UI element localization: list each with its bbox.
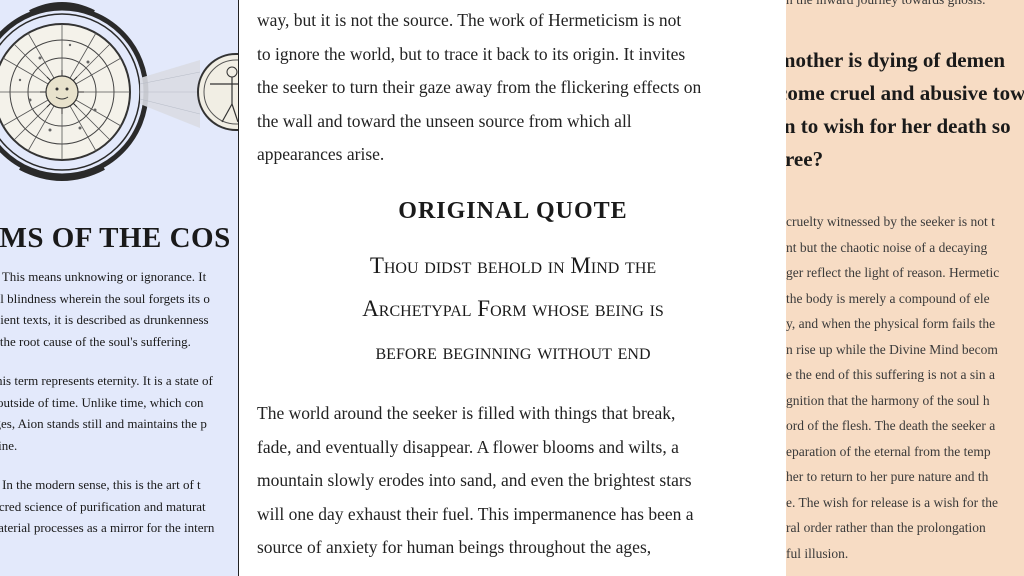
- quote-line: Thou didst behold in Mind the: [369, 253, 657, 278]
- term-text-line: ivine.: [0, 437, 18, 453]
- answer-line: gnition that the harmony of the soul h: [786, 392, 990, 408]
- question-line: in to wish for her death so: [786, 114, 1011, 138]
- question-line: mother is dying of demen: [786, 48, 1006, 72]
- term-text-line: ual blindness wherein the soul forgets i…: [0, 290, 210, 306]
- answer-line: n rise up while the Divine Mind becom: [786, 341, 998, 357]
- zodiac-wheel-illustration: [0, 2, 238, 181]
- body-line: mountain slowly erodes into sand, and ev…: [257, 470, 692, 490]
- term-text-line: In the modern sense, this is the art of …: [2, 477, 201, 492]
- term-text-line: material processes as a mirror for the i…: [0, 520, 215, 535]
- body-line: source of anxiety for human beings throu…: [257, 537, 652, 557]
- question-line: come cruel and abusive tow: [786, 81, 1024, 105]
- body-line: to ignore the world, but to trace it bac…: [257, 43, 686, 64]
- answer-line: her to return to her pure nature and th: [786, 469, 989, 484]
- question-heading: mother is dying of demen come cruel and …: [786, 44, 1024, 176]
- body-line: fade, and eventually disappear. A flower…: [257, 436, 679, 457]
- answer-line: e the end of this suffering is not a sin…: [786, 367, 995, 382]
- middle-page: way, but it is not the source. The work …: [238, 0, 788, 576]
- answer-line: e. The wish for release is a wish for th…: [786, 494, 998, 510]
- body-line: will one day exhaust their fuel. This im…: [257, 503, 694, 524]
- quote-line: before beginning without end: [375, 339, 651, 364]
- term-text-line: is the root cause of the soul's sufferin…: [0, 333, 191, 349]
- answer-line: ord of the flesh. The death the seeker a: [786, 418, 996, 433]
- body-line: the wall and toward the unseen source fr…: [257, 110, 632, 131]
- body-line: way, but it is not the source. The work …: [257, 10, 682, 30]
- answer-line: y, and when the physical form fails the: [786, 316, 996, 331]
- answer-paragraph: cruelty witnessed by the seeker is not t…: [786, 209, 1024, 566]
- term-entry: y: In the modern sense, this is the art …: [0, 474, 238, 539]
- answer-line: cruelty witnessed by the seeker is not t: [786, 214, 995, 229]
- term-text-line: e outside of time. Unlike time, which co…: [0, 394, 204, 410]
- body-line: appearances arise.: [257, 144, 385, 164]
- answer-line: the body is merely a compound of ele: [786, 290, 990, 306]
- term-text-line: This means unknowing or ignorance. It: [1, 269, 207, 284]
- left-page: RMS OF THE COS a: This means unknowing o…: [0, 0, 238, 576]
- answer-line: ful illusion.: [786, 545, 849, 561]
- answer-line: nt but the chaotic noise of a decaying: [786, 239, 988, 255]
- term-text-line: sacred science of purification and matur…: [0, 498, 206, 514]
- term-entry: a: This means unknowing or ignorance. It…: [0, 266, 238, 352]
- term-entry: This term represents eternity. It is a s…: [0, 370, 238, 456]
- quote-text: Thou didst behold in Mind the Archetypal…: [239, 244, 787, 373]
- quote-title: ORIGINAL QUOTE: [398, 198, 628, 224]
- body-line: n the inward journey towards gnosis.: [786, 0, 985, 8]
- answer-line: ger reflect the light of reason. Hermeti…: [786, 265, 1000, 280]
- term-text-line: nges, Aion stands still and maintains th…: [0, 416, 207, 431]
- terms-list: a: This means unknowing or ignorance. It…: [0, 266, 238, 557]
- term-text-line: ncient texts, it is described as drunken…: [0, 312, 209, 327]
- body-paragraph: The world around the seeker is filled wi…: [257, 397, 757, 565]
- body-line: the seeker to turn their gaze away from …: [257, 77, 702, 97]
- quote-line: Archetypal Form whose being is: [362, 296, 664, 321]
- section-heading: RMS OF THE COS: [0, 222, 231, 254]
- right-page: n the inward journey towards gnosis. mot…: [786, 0, 1024, 576]
- body-paragraph: way, but it is not the source. The work …: [257, 4, 757, 172]
- answer-line: eparation of the eternal from the temp: [786, 443, 991, 459]
- question-line: free?: [786, 147, 824, 171]
- answer-line: ral order rather than the prolongation: [786, 520, 986, 535]
- body-line: The world around the seeker is filled wi…: [257, 403, 676, 423]
- term-text-line: This term represents eternity. It is a s…: [0, 373, 213, 388]
